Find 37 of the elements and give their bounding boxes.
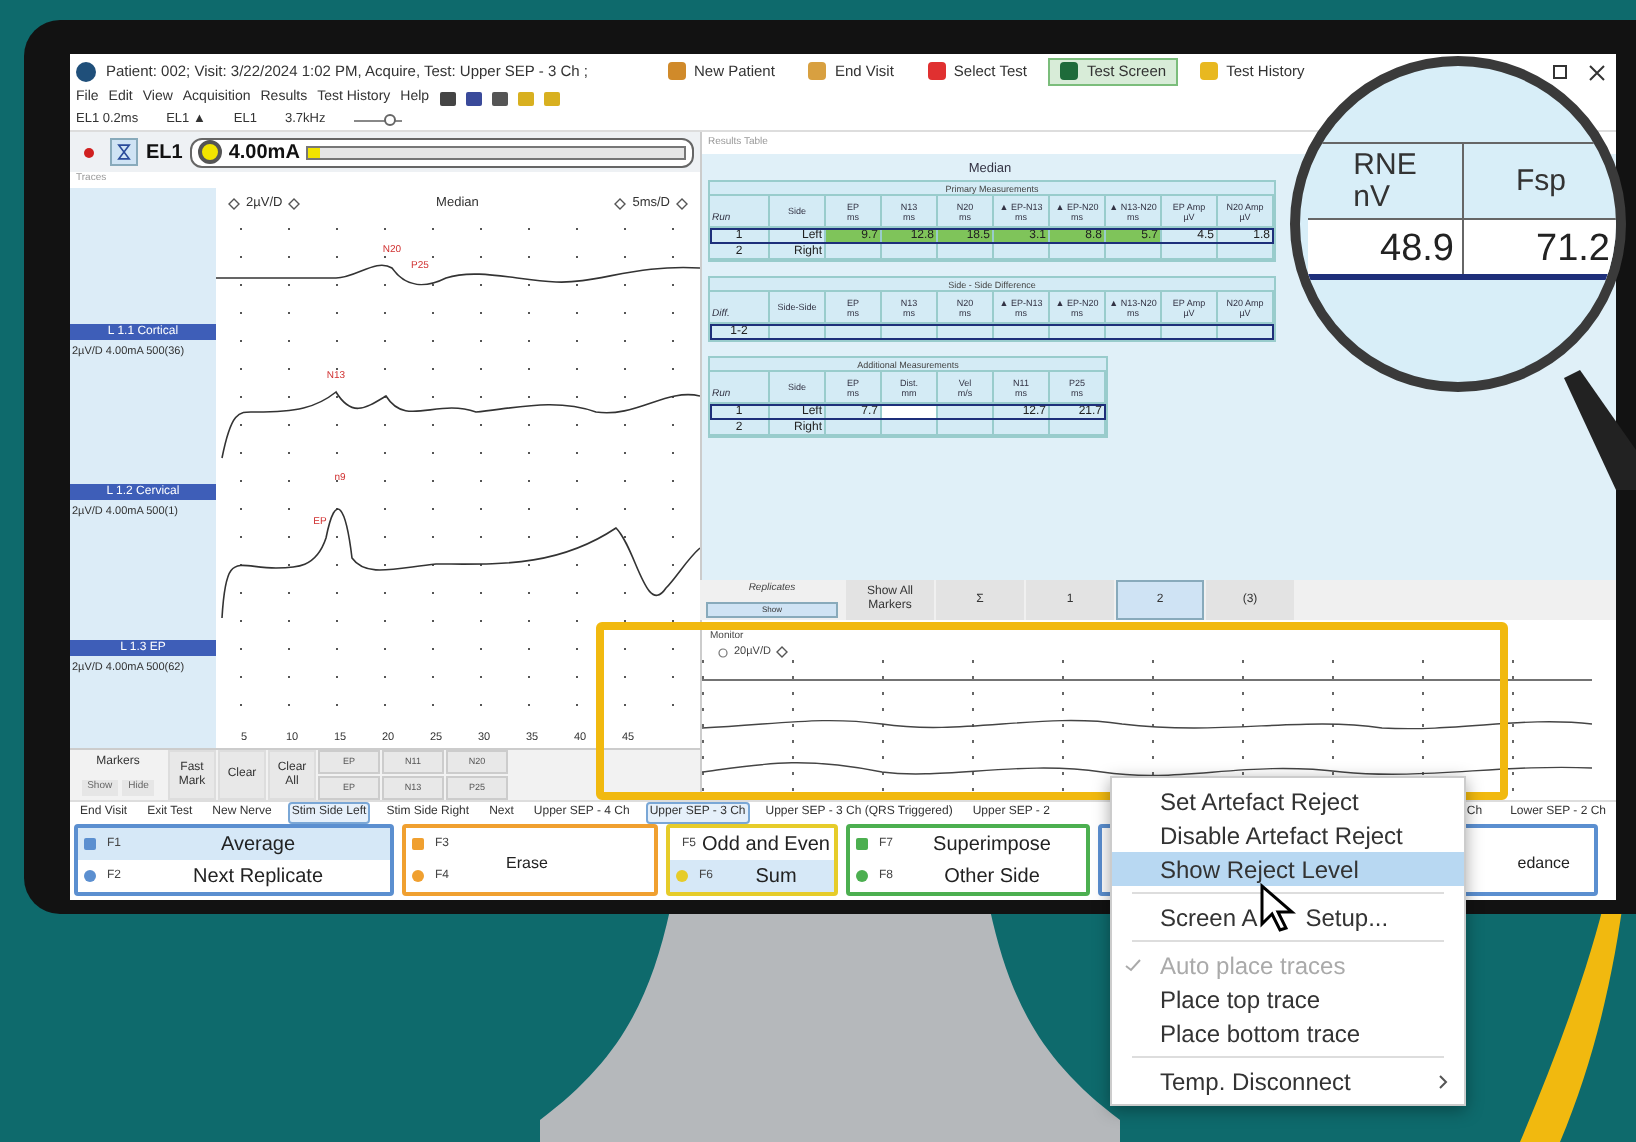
record-icon[interactable] bbox=[84, 147, 94, 157]
menu-item[interactable]: Set Artefact Reject bbox=[1112, 784, 1464, 818]
key-indicator-icon bbox=[84, 870, 96, 882]
key-indicator-icon bbox=[412, 870, 424, 882]
key-indicator-icon bbox=[856, 870, 868, 882]
key-indicator-icon bbox=[676, 870, 688, 882]
key-indicator-icon bbox=[412, 838, 424, 850]
slider-thumb[interactable] bbox=[383, 113, 396, 125]
menu-item[interactable]: Show Reject Level bbox=[1112, 852, 1464, 886]
current-value: 4.00mA bbox=[228, 139, 300, 167]
spin-arrows-icon[interactable] bbox=[776, 646, 789, 659]
stim-channel: EL1 bbox=[146, 139, 183, 167]
key-indicator-icon bbox=[84, 838, 96, 850]
circle-icon[interactable] bbox=[718, 647, 728, 658]
menu-item[interactable]: Screen A Setup... bbox=[1112, 900, 1464, 934]
column-header: RNE nV bbox=[1308, 144, 1464, 218]
slider-thumb[interactable] bbox=[198, 140, 223, 164]
cursor-icon bbox=[1258, 882, 1298, 934]
spin-arrows-icon[interactable] bbox=[288, 197, 301, 210]
table-cell: 71.2 bbox=[1464, 220, 1616, 274]
app-logo-icon bbox=[76, 61, 96, 81]
menu-item[interactable]: Place top trace bbox=[1112, 982, 1464, 1016]
menu-item[interactable]: Place bottom trace bbox=[1112, 1016, 1464, 1050]
spin-arrows-icon[interactable] bbox=[676, 197, 688, 210]
spin-arrows-icon[interactable] bbox=[614, 197, 627, 210]
menu-item[interactable]: Disable Artefact Reject bbox=[1112, 818, 1464, 852]
chevron-right-icon bbox=[1438, 1073, 1448, 1089]
input-field[interactable] bbox=[882, 404, 938, 420]
spin-arrows-icon[interactable] bbox=[228, 197, 240, 210]
table-cell: 48.9 bbox=[1308, 220, 1464, 274]
window-controls-icon[interactable] bbox=[1550, 61, 1610, 81]
slider-track[interactable] bbox=[305, 145, 686, 159]
hourglass-icon[interactable] bbox=[110, 138, 138, 166]
column-header: Fsp bbox=[1464, 144, 1616, 218]
function-key-label: edance bbox=[1517, 852, 1570, 876]
menu-item[interactable]: Temp. Disconnect bbox=[1112, 1064, 1464, 1098]
key-indicator-icon bbox=[856, 838, 868, 850]
